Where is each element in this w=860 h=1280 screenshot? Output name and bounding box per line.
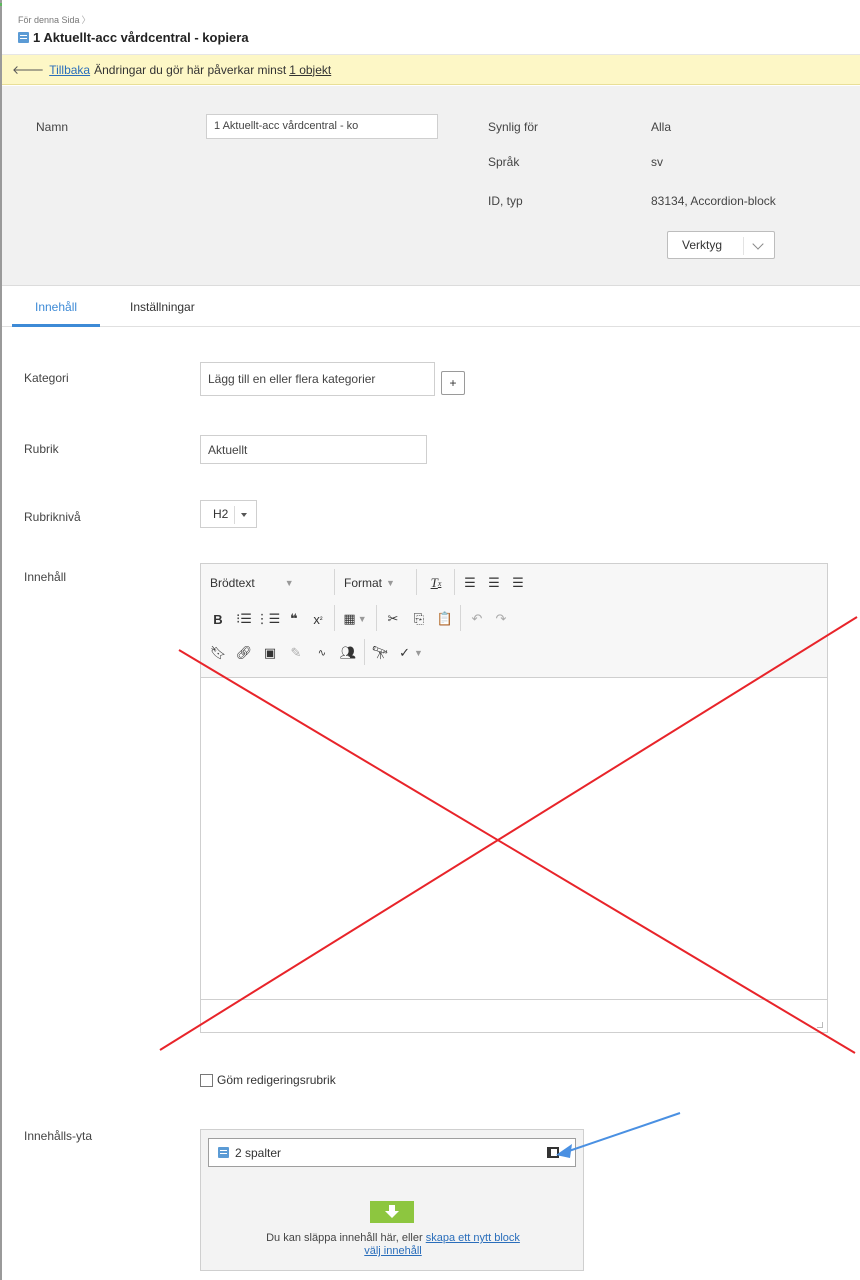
- notice-message: Ändringar du gör här påverkar minst: [94, 62, 287, 77]
- bookmark-icon[interactable]: 🔖︎: [210, 643, 227, 663]
- toolbar-separator: [376, 605, 377, 631]
- heading-level-label: Rubriknivå: [24, 510, 81, 524]
- arrow-left-icon: 🡐: [12, 63, 45, 77]
- name-input[interactable]: 1 Aktuellt-acc vårdcentral - ko: [206, 114, 438, 139]
- choose-content-link[interactable]: välj innehåll: [364, 1245, 421, 1257]
- page-title: 1 Aktuellt-acc vårdcentral - kopiera: [18, 30, 249, 45]
- drop-arrow-icon: [370, 1201, 414, 1223]
- copy-icon[interactable]: ⎘: [408, 609, 430, 629]
- paragraph-format-dropdown[interactable]: Brödtext ▼: [210, 573, 328, 593]
- cut-icon[interactable]: ✂: [382, 609, 404, 629]
- name-label: Namn: [36, 120, 69, 134]
- hide-heading-checkbox-row[interactable]: Göm redigeringsrubrik: [200, 1073, 336, 1087]
- language-value: sv: [651, 155, 663, 169]
- heading-level-select[interactable]: H2: [200, 500, 257, 528]
- redo-icon[interactable]: ↷: [490, 609, 512, 629]
- language-label: Språk: [488, 155, 520, 169]
- link-icon[interactable]: 🔗︎: [234, 643, 254, 663]
- breadcrumb[interactable]: För denna Sida 〉: [18, 13, 91, 26]
- toolbar-separator: [416, 569, 417, 595]
- objects-link[interactable]: 1 objekt: [289, 63, 331, 77]
- page-title-text: 1 Aktuellt-acc vårdcentral - kopiera: [33, 30, 249, 45]
- category-label: Kategori: [24, 371, 69, 385]
- tab-content[interactable]: Innehåll: [35, 300, 77, 314]
- editor-content-area[interactable]: [201, 678, 827, 999]
- toolbar-separator: [334, 605, 335, 631]
- tab-bar: Innehåll Inställningar: [2, 287, 860, 327]
- content-area-label: Innehålls-yta: [24, 1129, 93, 1143]
- blockquote-icon[interactable]: ❝: [284, 609, 304, 629]
- hide-heading-checkbox[interactable]: [200, 1073, 213, 1087]
- toolbar-separator: [334, 569, 335, 595]
- caret-down-icon: ▼: [284, 578, 294, 588]
- folder-icon[interactable]: [547, 1147, 559, 1158]
- hide-heading-label: Göm redigeringsrubrik: [217, 1073, 336, 1087]
- tab-settings[interactable]: Inställningar: [130, 300, 195, 314]
- heading-input[interactable]: Aktuellt: [200, 435, 427, 464]
- id-type-value: 83134, Accordion-block: [651, 194, 776, 208]
- spellcheck-icon[interactable]: ✓ ▼: [396, 643, 426, 663]
- chevron-right-icon: 〉: [81, 15, 91, 25]
- notice-bar: 🡐 Tillbaka Ändringar du gör här påverkar…: [2, 55, 860, 85]
- editor-toolbar: Brödtext ▼ Format ▼ Tx ☰ ☰ ☰ B ⁝☰ ⋮☰ ❝ x…: [201, 564, 827, 678]
- visible-for-label: Synlig för: [488, 120, 539, 134]
- create-block-link[interactable]: skapa ett nytt block: [426, 1232, 520, 1244]
- rich-text-editor[interactable]: Brödtext ▼ Format ▼ Tx ☰ ☰ ☰ B ⁝☰ ⋮☰ ❝ x…: [200, 563, 828, 1033]
- divider: [234, 506, 235, 524]
- add-category-button[interactable]: +: [441, 371, 465, 395]
- paragraph-format-label: Brödtext: [210, 576, 255, 590]
- breadcrumb-label[interactable]: För denna Sida: [18, 15, 80, 25]
- resize-handle[interactable]: [817, 1022, 823, 1028]
- caret-down-icon: [241, 513, 247, 517]
- edit-icon[interactable]: ✎: [286, 643, 306, 663]
- active-tab-indicator: [12, 324, 100, 327]
- visible-for-value: Alla: [651, 120, 672, 134]
- table-icon[interactable]: ▦ ▼: [340, 609, 370, 629]
- tools-label: Verktyg: [682, 238, 723, 252]
- arrow-down-icon: [385, 1205, 399, 1218]
- back-link[interactable]: Tillbaka: [49, 63, 90, 77]
- page-header: För denna Sida 〉 1 Aktuellt-acc vårdcentr…: [2, 0, 860, 55]
- chevron-down-icon: [752, 238, 764, 250]
- heading-label: Rubrik: [24, 442, 59, 456]
- find-icon[interactable]: 🔭︎: [370, 643, 390, 663]
- heading-level-value: H2: [213, 507, 229, 521]
- content-area-item-label: 2 spalter: [235, 1145, 282, 1160]
- id-type-label: ID, typ: [488, 194, 523, 208]
- drop-text: Du kan släppa innehåll här, eller: [266, 1232, 423, 1244]
- block-icon: [18, 32, 29, 43]
- bullet-list-icon[interactable]: ⁝☰: [234, 609, 254, 629]
- category-input[interactable]: Lägg till en eller flera kategorier: [200, 362, 435, 396]
- info-panel: Namn 1 Aktuellt-acc vårdcentral - ko Syn…: [2, 86, 860, 286]
- content-area-item[interactable]: 2 spalter: [208, 1138, 576, 1167]
- align-center-icon[interactable]: ☰: [484, 573, 504, 593]
- remove-format-icon[interactable]: Tx: [426, 573, 446, 593]
- bold-icon[interactable]: B: [210, 609, 226, 629]
- paste-icon[interactable]: 📋: [434, 609, 456, 629]
- numbered-list-icon[interactable]: ⋮☰: [256, 609, 281, 629]
- block-icon: [218, 1147, 229, 1158]
- toolbar-separator: [364, 639, 365, 665]
- toolbar-separator: [454, 569, 455, 595]
- superscript-icon[interactable]: x²: [308, 609, 328, 629]
- drop-instructions: Du kan släppa innehåll här, eller skapa …: [201, 1232, 585, 1258]
- media-icon[interactable]: ∿: [312, 643, 332, 663]
- content-area[interactable]: 2 spalter Du kan släppa innehåll här, el…: [200, 1129, 584, 1271]
- caret-down-icon: ▼: [386, 578, 395, 588]
- align-right-icon[interactable]: ☰: [508, 573, 528, 593]
- image-icon[interactable]: ▣: [260, 643, 280, 663]
- toolbar-separator: [460, 605, 461, 631]
- align-left-icon[interactable]: ☰: [460, 573, 480, 593]
- undo-icon[interactable]: ↶: [466, 609, 488, 629]
- format-dropdown[interactable]: Format ▼: [344, 573, 414, 593]
- content-label: Innehåll: [24, 570, 67, 584]
- divider: [743, 237, 744, 255]
- tools-dropdown[interactable]: Verktyg: [667, 231, 775, 259]
- personalize-icon[interactable]: 👥︎: [338, 643, 358, 663]
- format-label: Format: [344, 576, 383, 590]
- editor-status-bar: [201, 999, 827, 1032]
